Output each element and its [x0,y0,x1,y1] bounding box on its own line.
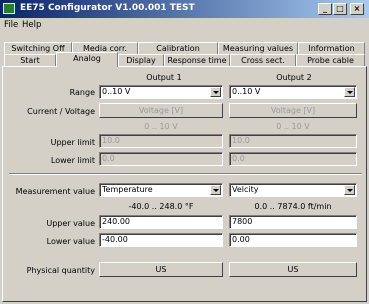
menu-file[interactable]: File [4,20,18,30]
output1-range-hint: 0 .. 10 V [144,122,178,131]
output1-range-value: 0..10 V [102,87,131,96]
maximize-button[interactable]: □ [333,3,347,15]
menu-bar: File Help [0,19,369,33]
output2-range-value: 0..10 V [232,87,261,96]
upper-limit-label: Upper limit [50,138,95,147]
output1-voltage-button[interactable]: Voltage [V] [99,103,223,118]
output2-voltage-button[interactable]: Voltage [V] [229,103,357,118]
upper-value-label: Upper value [46,219,95,228]
output2-range-hint: 0 .. 10 V [276,122,310,131]
output2-physical-quantity-button[interactable]: US [229,262,357,277]
output1-lower-limit-field[interactable]: 0.0 [99,152,223,166]
divider [9,173,362,175]
physical-quantity-label: Physical quantity [26,266,95,275]
output2-lower-limit-field[interactable]: 0.0 [229,152,357,166]
output1-measurement-hint: -40.0 .. 248.0 °F [128,202,194,211]
measurement-value-label: Measurement value [15,187,95,196]
output2-range-select[interactable]: 0..10 V [229,85,357,99]
output2-upper-limit-field[interactable]: 10.0 [229,134,357,148]
output1-physical-quantity-button[interactable]: US [99,262,223,277]
chevron-down-icon[interactable] [210,87,221,97]
title-bar[interactable]: EE75 Configurator V1.00.001 TEST _ □ × [0,0,369,18]
chevron-down-icon[interactable] [210,185,221,195]
minimize-button[interactable]: _ [318,3,332,15]
window-title: EE75 Configurator V1.00.001 TEST [20,3,195,13]
chevron-down-icon[interactable] [344,87,355,97]
output2-header: Output 2 [276,73,312,82]
output2-measurement-value: Velcity [232,185,259,194]
range-label: Range [69,88,95,97]
chevron-down-icon[interactable] [344,185,355,195]
output1-range-select[interactable]: 0..10 V [99,85,223,99]
output2-measurement-hint: 0.0 .. 7874.0 ft/min [254,202,332,211]
menu-help[interactable]: Help [22,20,41,30]
output1-lower-value-input[interactable]: -40.00 [99,233,223,247]
output1-upper-limit-field[interactable]: 10.0 [99,134,223,148]
app-window: EE75 Configurator V1.00.001 TEST _ □ × F… [0,0,369,304]
output1-measurement-value: Temperature [102,185,153,194]
lower-limit-label: Lower limit [50,156,95,165]
app-icon [3,3,15,14]
close-button[interactable]: × [350,3,364,15]
output1-measurement-select[interactable]: Temperature [99,183,223,197]
lower-value-label: Lower value [46,237,95,246]
analog-panel: Output 1 Output 2 Range 0..10 V 0..10 V … [2,66,367,302]
tab-strip: Switching Off Media corr. Calibration Me… [2,36,367,68]
current-voltage-label: Current / Voltage [27,107,95,116]
tab-analog[interactable]: Analog [56,52,118,67]
output2-lower-value-input[interactable]: 0.00 [229,233,357,247]
output2-measurement-select[interactable]: Velcity [229,183,357,197]
output1-header: Output 1 [146,73,182,82]
output1-upper-value-input[interactable]: 240.00 [99,215,223,229]
output2-upper-value-input[interactable]: 7800 [229,215,357,229]
